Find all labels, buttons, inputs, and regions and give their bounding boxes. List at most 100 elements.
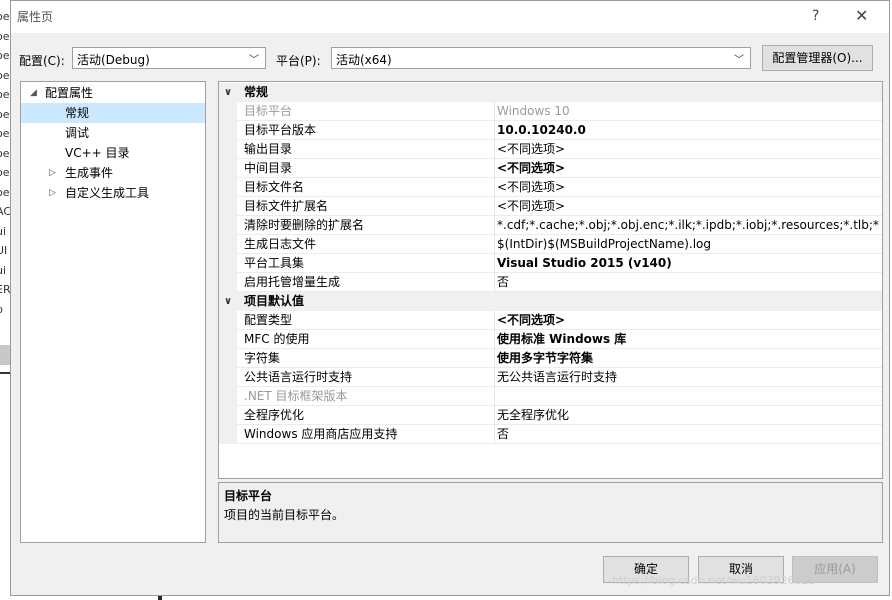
- grid-row-value[interactable]: 否: [497, 273, 879, 292]
- grid-row[interactable]: 公共语言运行时支持 无公共语言运行时支持: [219, 368, 882, 387]
- grid-row-value[interactable]: 否: [497, 425, 879, 444]
- grid-row[interactable]: 目标平台版本 10.0.10240.0: [219, 121, 882, 140]
- tree-item[interactable]: ▷ 自定义生成工具: [21, 183, 205, 203]
- grid-row-value[interactable]: <不同选项>: [497, 178, 879, 197]
- grid-separator: [494, 425, 495, 444]
- grid-separator: [494, 159, 495, 178]
- help-icon[interactable]: ?: [812, 7, 819, 25]
- close-icon[interactable]: ✕: [855, 7, 868, 25]
- grid-row-value[interactable]: $(IntDir)$(MSBuildProjectName).log: [497, 235, 879, 254]
- background-text-fragment: oe: [0, 127, 10, 140]
- platform-select[interactable]: 活动(x64) ﹀: [331, 47, 751, 69]
- grid-row-value[interactable]: 无公共语言运行时支持: [497, 368, 879, 387]
- background-text-fragment: oe: [0, 107, 10, 121]
- grid-row-name: 中间目录: [244, 161, 293, 175]
- grid-gutter: [219, 216, 237, 235]
- grid-row-name: 清除时要删除的扩展名: [244, 218, 365, 232]
- background-text-fragment: ui: [0, 263, 7, 277]
- background-block: [0, 345, 10, 365]
- grid-row[interactable]: 字符集 使用多字节字符集: [219, 349, 882, 368]
- grid-category-title: 常规: [244, 85, 269, 99]
- tree-item-label: 调试: [65, 126, 90, 140]
- config-label: 配置(C):: [19, 54, 65, 68]
- grid-row[interactable]: 生成日志文件 $(IntDir)$(MSBuildProjectName).log: [219, 235, 882, 254]
- tree-item[interactable]: ▷ 生成事件: [21, 163, 205, 183]
- tree-item[interactable]: ◢ 配置属性: [21, 83, 205, 103]
- background-text-fragment: oe: [0, 10, 10, 23]
- watermark: https://blog.csdn.net/wu1603926823: [612, 574, 816, 587]
- config-select[interactable]: 活动(Debug) ﹀: [72, 47, 266, 69]
- property-grid: ∨ 常规目标平台 Windows 10 目标平台版本 10.0.10240.0 输出目录 <…: [218, 81, 883, 479]
- tree-item-label: VC++ 目录: [65, 146, 130, 160]
- grid-row[interactable]: 全程序优化 无全程序优化: [219, 406, 882, 425]
- grid-row[interactable]: 清除时要删除的扩展名 *.cdf;*.cache;*.obj;*.obj.enc;…: [219, 216, 882, 235]
- grid-separator: [494, 178, 495, 197]
- background-window-edge: oe oe oe oe oe oe oe oe oe oe AC ui UI ui ER b: [0, 0, 10, 600]
- grid-row-value[interactable]: <不同选项>: [497, 159, 879, 178]
- tree-item[interactable]: 调试: [21, 123, 205, 143]
- grid-row[interactable]: 目标文件扩展名 <不同选项>: [219, 197, 882, 216]
- grid-separator: [494, 216, 495, 235]
- grid-row-name: 字符集: [244, 351, 281, 365]
- grid-row-name: Windows 应用商店应用支持: [244, 427, 398, 441]
- grid-row-value[interactable]: Visual Studio 2015 (v140): [497, 254, 879, 273]
- collapse-chevron-icon[interactable]: ∨: [224, 83, 232, 102]
- grid-row-name: .NET 目标框架版本: [244, 389, 348, 403]
- grid-row-value[interactable]: 使用标准 Windows 库: [497, 330, 879, 349]
- background-text-fragment: AC: [0, 205, 10, 218]
- background-text-fragment: ER: [0, 283, 10, 296]
- collapse-chevron-icon[interactable]: ∨: [224, 292, 232, 311]
- background-text-fragment: ui: [0, 224, 7, 238]
- grid-separator: [494, 311, 495, 330]
- grid-row-value[interactable]: 使用多字节字符集: [497, 349, 879, 368]
- grid-row[interactable]: MFC 的使用 使用标准 Windows 库: [219, 330, 882, 349]
- description-panel: 目标平台 项目的当前目标平台。: [218, 482, 883, 543]
- grid-row[interactable]: 目标文件名 <不同选项>: [219, 178, 882, 197]
- grid-separator: [494, 330, 495, 349]
- grid-category[interactable]: ∨ 常规: [219, 83, 882, 102]
- grid-row[interactable]: 目标平台 Windows 10: [219, 102, 882, 121]
- grid-row-name: 目标平台: [244, 104, 293, 118]
- background-text-fragment: oe: [0, 29, 10, 43]
- grid-row[interactable]: 启用托管增量生成 否: [219, 273, 882, 292]
- grid-row[interactable]: 中间目录 <不同选项>: [219, 159, 882, 178]
- grid-row[interactable]: 输出目录 <不同选项>: [219, 140, 882, 159]
- background-line: [0, 372, 10, 374]
- grid-row[interactable]: 配置类型 <不同选项>: [219, 311, 882, 330]
- grid-row[interactable]: Windows 应用商店应用支持 否: [219, 425, 882, 444]
- grid-row-name: 平台工具集: [244, 256, 305, 270]
- grid-gutter: [219, 178, 237, 197]
- grid-separator: [494, 197, 495, 216]
- grid-gutter: [219, 387, 237, 406]
- expand-arrow-icon[interactable]: ▷: [49, 163, 56, 183]
- tree-item[interactable]: 常规: [21, 103, 205, 123]
- tree-item[interactable]: VC++ 目录: [21, 143, 205, 163]
- grid-row-name: 输出目录: [244, 142, 293, 156]
- grid-row-value[interactable]: 无全程序优化: [497, 406, 879, 425]
- title-bar: 属性页 ? ✕: [11, 1, 889, 33]
- grid-row-value[interactable]: 10.0.10240.0: [497, 121, 879, 140]
- chevron-down-icon: ﹀: [249, 55, 259, 66]
- chevron-down-icon: ﹀: [734, 55, 744, 66]
- grid-row[interactable]: .NET 目标框架版本: [219, 387, 882, 406]
- grid-row-value[interactable]: <不同选项>: [497, 311, 879, 330]
- grid-row-value[interactable]: <不同选项>: [497, 140, 879, 159]
- grid-row-value[interactable]: <不同选项>: [497, 197, 879, 216]
- grid-separator: [494, 121, 495, 140]
- grid-separator: [494, 387, 495, 406]
- grid-row-value[interactable]: *.cdf;*.cache;*.obj;*.obj.enc;*.ilk;*.ip…: [497, 216, 879, 235]
- grid-row-name: 全程序优化: [244, 408, 305, 422]
- property-pages-dialog: 属性页 ? ✕ 配置(C): 活动(Debug) ﹀ 平台(P): 活动(x64…: [10, 0, 890, 596]
- grid-row-value[interactable]: Windows 10: [497, 102, 879, 121]
- platform-label: 平台(P):: [276, 54, 321, 68]
- background-text-fragment: oe: [0, 88, 10, 101]
- expand-arrow-icon[interactable]: ▷: [49, 183, 56, 203]
- grid-row-name: 目标平台版本: [244, 123, 317, 137]
- grid-row[interactable]: 平台工具集 Visual Studio 2015 (v140): [219, 254, 882, 273]
- grid-gutter: [219, 349, 237, 368]
- config-manager-button[interactable]: 配置管理器(O)...: [762, 45, 873, 71]
- grid-category[interactable]: ∨ 项目默认值: [219, 292, 882, 311]
- grid-row-name: 目标文件名: [244, 180, 305, 194]
- background-text-fragment: oe: [0, 185, 10, 199]
- collapse-arrow-icon[interactable]: ◢: [30, 83, 37, 103]
